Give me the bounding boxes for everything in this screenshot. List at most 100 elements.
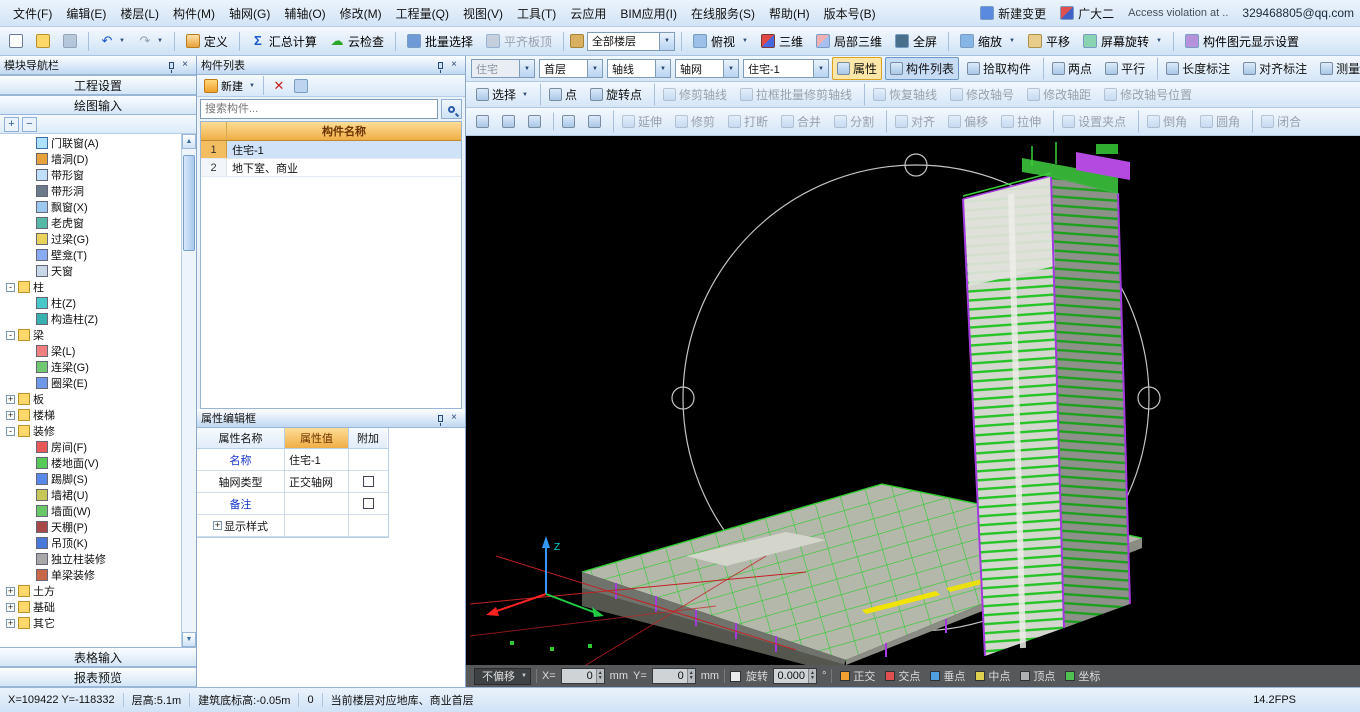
modify-tool-button[interactable]: 闭合 [1252, 110, 1306, 133]
axis-tool-button[interactable]: 修改轴距 [1022, 83, 1096, 106]
new-change-button[interactable]: 新建变更 [980, 5, 1046, 22]
tree-item[interactable]: 门联窗(A) [0, 135, 181, 151]
axis-tool-button[interactable]: 修剪轴线 [654, 83, 732, 106]
chevron-down-icon[interactable]: ▼ [587, 60, 602, 77]
modify-tool-button[interactable]: 偏移 [943, 110, 993, 133]
redo-button[interactable]: ↷▼ [133, 31, 168, 51]
undo-button[interactable]: ↶▼ [95, 31, 130, 51]
spinner-icon[interactable]: ▲▼ [596, 669, 604, 683]
rotate-checkbox[interactable] [730, 671, 741, 682]
snap-toggle[interactable]: 正交 [837, 667, 878, 685]
tree-item[interactable]: 天窗 [0, 263, 181, 279]
tree-item[interactable]: 房间(F) [0, 439, 181, 455]
property-value[interactable] [285, 515, 349, 536]
open-file-button[interactable] [31, 31, 55, 51]
close-icon[interactable]: × [447, 59, 461, 72]
menu-item[interactable]: 在线服务(S) [684, 2, 762, 25]
fullscreen-button[interactable]: 全屏 [890, 30, 942, 53]
snap-toggle[interactable]: 垂点 [927, 667, 968, 685]
menu-item[interactable]: 工程量(Q) [389, 2, 456, 25]
modify-tool-button[interactable] [553, 112, 580, 131]
attach-checkbox[interactable] [363, 476, 374, 487]
rotate-angle-stepper[interactable]: 0.000 ▲▼ [773, 668, 817, 684]
scroll-down-icon[interactable]: ▼ [182, 632, 196, 647]
tree-item[interactable]: 带形洞 [0, 183, 181, 199]
tree-twisty[interactable]: + [6, 619, 15, 628]
pin-icon[interactable] [433, 59, 447, 72]
context-tool-button[interactable]: 拾取构件 [962, 57, 1036, 80]
screen-rotate-button[interactable]: 屏幕旋转 [1078, 30, 1167, 53]
modify-tool-button[interactable]: 分割 [829, 110, 879, 133]
tree-item[interactable]: 单梁装修 [0, 567, 181, 583]
menu-item[interactable]: 轴网(G) [222, 2, 277, 25]
context-tool-button[interactable]: 属性 [832, 57, 882, 80]
axis-tool-button[interactable]: 点 [540, 83, 582, 106]
batch-select-button[interactable]: 批量选择 [402, 30, 478, 53]
search-input[interactable] [200, 99, 438, 119]
spinner-icon[interactable]: ▲▼ [687, 669, 695, 683]
tree-twisty[interactable]: - [6, 283, 15, 292]
modify-tool-button[interactable]: 对齐 [886, 110, 940, 133]
axis-tool-button[interactable]: 修改轴号位置 [1099, 83, 1197, 106]
x-coordinate-stepper[interactable]: 0 ▲▼ [561, 668, 605, 684]
menu-item[interactable]: 帮助(H) [762, 2, 817, 25]
context-tool-button[interactable]: 测量距离 [1315, 57, 1360, 80]
modify-tool-button[interactable]: 延伸 [613, 110, 667, 133]
tree-item[interactable]: + 其它 [0, 615, 181, 631]
modify-tool-button[interactable]: 圆角 [1195, 110, 1245, 133]
3d-viewport-canvas[interactable]: Z [466, 136, 1360, 665]
tree-item[interactable]: 过梁(G) [0, 231, 181, 247]
chevron-down-icon[interactable]: ▼ [723, 60, 738, 77]
component-row-name[interactable]: 住宅-1 [227, 141, 461, 158]
align-slab-top-button[interactable]: 平齐板顶 [481, 30, 557, 53]
tree-item[interactable]: 带形窗 [0, 167, 181, 183]
menu-item[interactable]: 修改(M) [333, 2, 389, 25]
tree-twisty[interactable]: + [6, 587, 15, 596]
tree-item[interactable]: 吊顶(K) [0, 535, 181, 551]
menu-item[interactable]: 文件(F) [6, 2, 59, 25]
tree-item[interactable]: 楼地面(V) [0, 455, 181, 471]
modify-tool-button[interactable] [523, 112, 546, 131]
tree-item[interactable]: 构造柱(Z) [0, 311, 181, 327]
tree-item[interactable]: 柱(Z) [0, 295, 181, 311]
chevron-down-icon[interactable]: ▼ [659, 33, 674, 50]
context-tool-button[interactable]: 长度标注 [1157, 57, 1235, 80]
context-tool-button[interactable]: 平行 [1100, 57, 1150, 80]
modify-tool-button[interactable] [583, 112, 606, 131]
context-tool-button[interactable]: 对齐标注 [1238, 57, 1312, 80]
menu-item[interactable]: 工具(T) [510, 2, 563, 25]
tree-twisty[interactable]: + [6, 411, 15, 420]
floor-selector-combo[interactable]: 全部楼层 ▼ [587, 32, 675, 51]
menu-item[interactable]: 版本号(B) [817, 2, 883, 25]
close-icon[interactable]: × [447, 412, 461, 425]
tree-item[interactable]: + 板 [0, 391, 181, 407]
delete-component-button[interactable]: ✕ [269, 78, 289, 94]
view-3d-button[interactable]: 三维 [756, 30, 808, 53]
partial-3d-button[interactable]: 局部三维 [811, 30, 887, 53]
modify-tool-button[interactable]: 设置夹点 [1053, 110, 1131, 133]
tree-item[interactable]: 墙裙(U) [0, 487, 181, 503]
tree-item[interactable]: + 基础 [0, 599, 181, 615]
define-button[interactable]: 定义 [181, 30, 233, 53]
modify-tool-button[interactable]: 倒角 [1138, 110, 1192, 133]
scroll-up-icon[interactable]: ▲ [182, 134, 196, 149]
snap-toggle[interactable]: 坐标 [1062, 667, 1103, 685]
tree-item[interactable]: + 楼梯 [0, 407, 181, 423]
y-coordinate-stepper[interactable]: 0 ▲▼ [652, 668, 696, 684]
snap-toggle[interactable]: 中点 [972, 667, 1013, 685]
tree-item[interactable]: 壁龛(T) [0, 247, 181, 263]
collapse-all-icon[interactable]: − [22, 117, 37, 132]
tree-item[interactable]: 天棚(P) [0, 519, 181, 535]
tree-item[interactable]: 墙洞(D) [0, 151, 181, 167]
context-combo[interactable]: 轴网 ▼ [675, 59, 739, 78]
menu-item[interactable]: 视图(V) [456, 2, 510, 25]
component-row-name[interactable]: 地下室、商业 [227, 159, 461, 176]
attach-checkbox[interactable] [363, 498, 374, 509]
expander-icon[interactable]: + [213, 521, 222, 530]
context-combo[interactable]: 住宅 ▼ [471, 59, 535, 78]
axis-tool-button[interactable]: 选择 [471, 83, 533, 106]
brand-button[interactable]: 广大二 [1060, 5, 1114, 22]
pin-icon[interactable] [164, 59, 178, 72]
new-file-button[interactable] [4, 31, 28, 51]
chevron-down-icon[interactable]: ▼ [813, 60, 828, 77]
